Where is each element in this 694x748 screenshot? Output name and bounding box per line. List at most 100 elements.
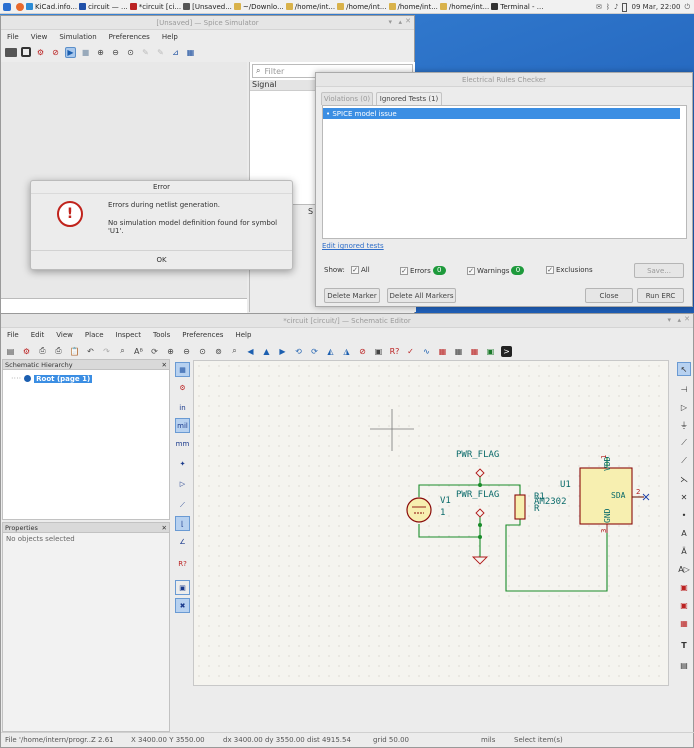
close-button[interactable]: Close	[585, 288, 633, 303]
clock[interactable]: 09 Mar, 22:00	[631, 3, 680, 11]
add-textbox-icon[interactable]: ▤	[677, 658, 691, 672]
add-sheet-icon[interactable]: ▣	[677, 580, 691, 594]
plot-icon[interactable]: ⊿	[170, 47, 181, 58]
task-downloads[interactable]: ~/Downlo...	[233, 3, 284, 11]
ignored-tests-list[interactable]: • SPICE model issue	[322, 105, 687, 239]
zoom-in-icon[interactable]: ⊕	[165, 346, 176, 357]
volume-icon[interactable]: ♪	[614, 3, 618, 11]
menu-view[interactable]: View	[50, 331, 79, 339]
delete-marker-button[interactable]: Delete Marker	[324, 288, 380, 303]
select-tool-icon[interactable]: ↖	[677, 362, 691, 376]
menu-preferences[interactable]: Preferences	[176, 331, 229, 339]
menu-file[interactable]: File	[1, 331, 25, 339]
erc-icon[interactable]: ✓	[405, 346, 416, 357]
tune-icon[interactable]: ▦	[185, 47, 196, 58]
properties-toggle-icon[interactable]: ✖	[175, 598, 190, 613]
label-v1[interactable]: V1	[440, 496, 451, 506]
resistor-symbol[interactable]	[514, 494, 526, 520]
task-folder-3[interactable]: /home/int...	[388, 3, 438, 11]
add-wire-icon[interactable]: ⟋	[677, 436, 691, 450]
scripting-console-icon[interactable]: >	[501, 345, 512, 357]
label-pwr-flag-2[interactable]: PWR_FLAG	[456, 490, 499, 500]
zoom-fit-icon[interactable]: ⊙	[125, 47, 136, 58]
run-simulation-icon[interactable]: ▶	[65, 46, 76, 58]
line-modes-45-icon[interactable]: ∠	[175, 534, 190, 549]
grid-toggle-icon[interactable]: ▦	[175, 362, 190, 377]
run-erc-button[interactable]: Run ERC	[637, 288, 684, 303]
start-menu-icon[interactable]	[3, 2, 11, 11]
schematic-titlebar[interactable]: *circuit [circuit/] — Schematic Editor ▾…	[1, 314, 693, 328]
redo-icon[interactable]: ↷	[101, 346, 112, 357]
zoom-in-icon[interactable]: ⊕	[95, 47, 106, 58]
menu-inspect[interactable]: Inspect	[110, 331, 148, 339]
minimize-icon[interactable]: ▾	[388, 18, 392, 26]
probe-tool-icon[interactable]: ✎	[155, 47, 166, 58]
grid-settings-icon[interactable]: ⚙	[175, 380, 190, 395]
menu-view[interactable]: View	[25, 33, 54, 41]
no-connect-icon[interactable]: ✕	[677, 490, 691, 504]
menu-help[interactable]: Help	[229, 331, 257, 339]
page-settings-icon[interactable]: ⚙	[21, 346, 32, 357]
line-modes-free-icon[interactable]: ⟋	[175, 498, 190, 513]
bus-entry-icon[interactable]: ⋋	[677, 472, 691, 486]
symbol-browser-icon[interactable]: ▣	[373, 346, 384, 357]
close-icon[interactable]: ✕	[684, 315, 690, 323]
refresh-icon[interactable]: ⟳	[149, 346, 160, 357]
ok-button[interactable]: OK	[31, 250, 292, 269]
mirror-v-icon[interactable]: ◭	[325, 346, 336, 357]
units-inches-button[interactable]: in	[175, 400, 190, 415]
schematic-canvas[interactable]: PWR_FLAG PWR_FLAG V1 1 R1 R U1 AM2302 VD…	[193, 360, 669, 686]
symbol-editor-icon[interactable]: ⊘	[357, 346, 368, 357]
power-icon[interactable]: ⏻	[684, 3, 690, 12]
all-checkbox[interactable]: ✓	[351, 266, 359, 274]
import-sheet-pin-icon[interactable]: ▣	[677, 598, 691, 612]
spice-titlebar[interactable]: [Unsaved] — Spice Simulator ▾ ▴ ✕	[1, 16, 414, 30]
list-item-spice-model-issue[interactable]: • SPICE model issue	[323, 108, 680, 119]
close-icon[interactable]: ✕	[405, 17, 411, 25]
zoom-fit-icon[interactable]: ⊙	[197, 346, 208, 357]
bluetooth-icon[interactable]: ᛒ	[606, 3, 610, 11]
notification-icon[interactable]: ✉	[596, 3, 602, 11]
add-label-icon[interactable]: A	[677, 526, 691, 540]
bom-icon[interactable]: ▦	[453, 346, 464, 357]
erc-titlebar[interactable]: Electrical Rules Checker	[316, 73, 692, 87]
task-folder-1[interactable]: /home/int...	[285, 3, 335, 11]
save-button[interactable]: Save...	[634, 263, 684, 278]
task-terminal[interactable]: Terminal - ...	[491, 3, 543, 11]
line-modes-90-icon[interactable]: ⌊	[175, 516, 190, 531]
errors-checkbox[interactable]: ✓	[400, 266, 408, 275]
zoom-out-icon[interactable]: ⊖	[110, 47, 121, 58]
task-kicad-circuit[interactable]: circuit — ...	[79, 3, 128, 11]
menu-tools[interactable]: Tools	[147, 331, 176, 339]
pwr-flag-symbol-1[interactable]	[475, 468, 485, 478]
simulator-icon[interactable]: ∿	[421, 346, 432, 357]
errors-filter[interactable]: ✓ Errors 0	[400, 266, 446, 275]
tab-violations[interactable]: Violations (0)	[321, 92, 373, 105]
assign-footprints-icon[interactable]: ▦	[469, 346, 480, 357]
show-hierarchy-icon[interactable]: ▣	[175, 580, 190, 595]
all-filter[interactable]: ✓ All	[351, 266, 370, 274]
label-u1[interactable]: U1	[560, 480, 571, 490]
zoom-out-icon[interactable]: ⊖	[181, 346, 192, 357]
label-v1-value[interactable]: 1	[440, 508, 445, 518]
units-mils-button[interactable]: mil	[175, 418, 190, 433]
zoom-objects-icon[interactable]: ⊚	[213, 346, 224, 357]
edit-ignored-tests-link[interactable]: Edit ignored tests	[322, 242, 384, 250]
find-icon[interactable]: ⌕	[117, 346, 128, 357]
menu-edit[interactable]: Edit	[25, 331, 51, 339]
undo-icon[interactable]: ↶	[85, 346, 96, 357]
exclusions-checkbox[interactable]: ✓	[546, 266, 554, 274]
exclusions-filter[interactable]: ✓ Exclusions	[546, 266, 593, 274]
save-icon[interactable]	[21, 47, 31, 57]
plot-icon[interactable]: ⎙	[53, 346, 64, 357]
task-kicad-info[interactable]: KiCad.info...	[26, 3, 77, 11]
open-folder-icon[interactable]	[5, 47, 17, 57]
add-junction-icon[interactable]: •	[677, 508, 691, 522]
add-image-icon[interactable]: ▦	[677, 616, 691, 630]
warnings-filter[interactable]: ✓ Warnings 0	[467, 266, 525, 275]
maximize-icon[interactable]: ▴	[677, 316, 681, 324]
menu-file[interactable]: File	[1, 33, 25, 41]
menu-help[interactable]: Help	[156, 33, 184, 41]
probe-icon[interactable]: ⊘	[50, 47, 61, 58]
add-bus-icon[interactable]: ⟋	[677, 454, 691, 468]
